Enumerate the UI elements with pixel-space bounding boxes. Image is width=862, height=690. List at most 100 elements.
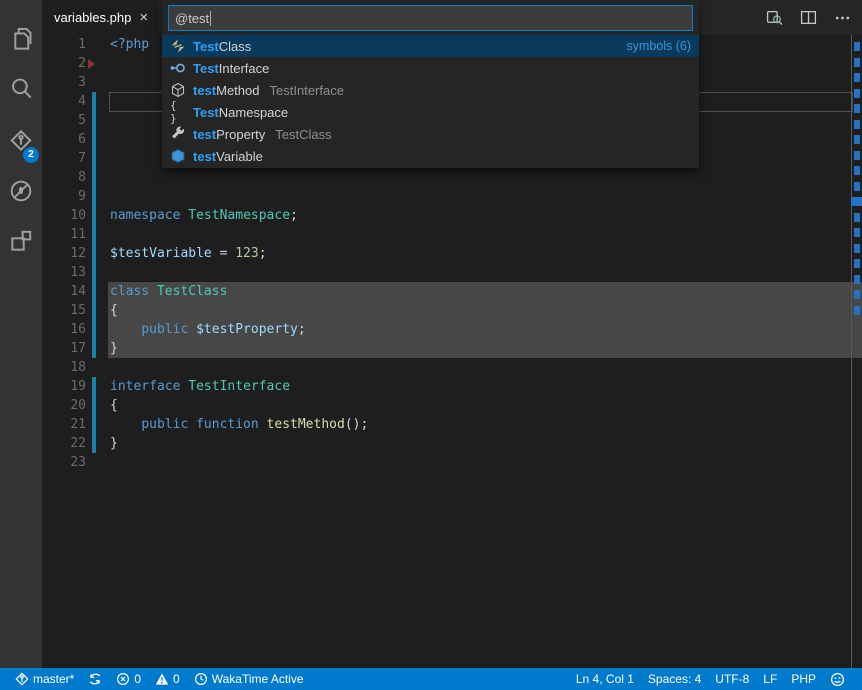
overview-ruler-mark[interactable] xyxy=(854,228,860,237)
tab-variables-php[interactable]: variables.php × xyxy=(42,0,158,35)
code-line-13[interactable]: 13 xyxy=(42,263,862,282)
overview-ruler-mark[interactable] xyxy=(854,290,860,299)
editor-actions xyxy=(762,0,854,35)
overview-ruler-mark[interactable] xyxy=(854,213,860,222)
code-line-22[interactable]: 22} xyxy=(42,434,862,453)
overview-ruler-mark[interactable] xyxy=(854,89,860,98)
overview-ruler-mark[interactable] xyxy=(854,182,860,191)
code-line-11[interactable]: 11 xyxy=(42,225,862,244)
line-number[interactable]: 23 xyxy=(42,453,86,472)
quick-open-item-testvariable[interactable]: testVariable xyxy=(162,145,699,167)
code-text: { xyxy=(110,301,118,320)
status-warnings[interactable]: 0 xyxy=(148,668,187,690)
overview-ruler-mark[interactable] xyxy=(854,166,860,175)
close-icon[interactable]: × xyxy=(139,10,148,25)
line-number[interactable]: 21 xyxy=(42,415,86,434)
line-number[interactable]: 15 xyxy=(42,301,86,320)
line-number[interactable]: 8 xyxy=(42,168,86,187)
code-line-21[interactable]: 21 public function testMethod(); xyxy=(42,415,862,434)
vscode-window: 2 variables.php × 1<?php2345678910namesp… xyxy=(0,0,862,690)
line-number[interactable]: 3 xyxy=(42,73,86,92)
quick-open-item-testinterface[interactable]: TestInterface xyxy=(162,57,699,79)
code-line-18[interactable]: 18 xyxy=(42,358,862,377)
overview-ruler-mark[interactable] xyxy=(854,104,860,113)
code-line-14[interactable]: 14class TestClass xyxy=(42,282,862,301)
open-preview-button[interactable] xyxy=(762,6,786,30)
status-errors[interactable]: 0 xyxy=(109,668,148,690)
overview-ruler-mark[interactable] xyxy=(854,42,860,51)
symbol-label: Class xyxy=(219,39,252,54)
quick-open-item-testmethod[interactable]: testMethodTestInterface xyxy=(162,79,699,101)
line-number[interactable]: 22 xyxy=(42,434,86,453)
line-number[interactable]: 20 xyxy=(42,396,86,415)
code-line-15[interactable]: 15 { xyxy=(42,301,862,320)
status-eol[interactable]: LF xyxy=(756,668,784,690)
overview-ruler-mark[interactable] xyxy=(854,244,860,253)
overview-ruler-mark[interactable] xyxy=(854,259,860,268)
modified-line-indicator xyxy=(92,377,96,396)
modified-line-indicator xyxy=(92,187,96,206)
code-line-19[interactable]: 19interface TestInterface xyxy=(42,377,862,396)
line-number[interactable]: 16 xyxy=(42,320,86,339)
status-sync[interactable] xyxy=(81,668,109,690)
preview-icon xyxy=(766,9,783,26)
code-line-12[interactable]: 12$testVariable = 123; xyxy=(42,244,862,263)
sidebar-item-extensions[interactable] xyxy=(0,218,42,264)
line-number[interactable]: 4 xyxy=(42,92,86,111)
line-number[interactable]: 14 xyxy=(42,282,86,301)
clock-icon xyxy=(194,672,208,686)
overview-ruler-mark[interactable] xyxy=(854,73,860,82)
overview-ruler-mark[interactable] xyxy=(854,135,860,144)
line-number[interactable]: 11 xyxy=(42,225,86,244)
line-number[interactable]: 2 xyxy=(42,54,86,73)
sidebar-item-debug[interactable] xyxy=(0,168,42,214)
code-line-16[interactable]: 16 public $testProperty; xyxy=(42,320,862,339)
status-feedback[interactable] xyxy=(823,668,852,690)
quick-open-item-testnamespace[interactable]: { }TestNamespace xyxy=(162,101,699,123)
line-number[interactable]: 19 xyxy=(42,377,86,396)
status-language-mode[interactable]: PHP xyxy=(784,668,823,690)
status-cursor-position[interactable]: Ln 4, Col 1 xyxy=(569,668,641,690)
modified-line-indicator xyxy=(92,244,96,263)
line-number[interactable]: 7 xyxy=(42,149,86,168)
quick-open-item-testproperty[interactable]: testPropertyTestClass xyxy=(162,123,699,145)
variable-icon xyxy=(170,148,186,164)
split-editor-button[interactable] xyxy=(796,6,820,30)
code-line-23[interactable]: 23 xyxy=(42,453,862,472)
line-number[interactable]: 18 xyxy=(42,358,86,377)
code-line-8[interactable]: 8 xyxy=(42,168,862,187)
line-number[interactable]: 10 xyxy=(42,206,86,225)
quick-open-widget: @test TestClasssymbols (6)TestInterfacet… xyxy=(162,0,699,168)
status-git-branch[interactable]: master* xyxy=(8,668,81,690)
code-line-10[interactable]: 10namespace TestNamespace; xyxy=(42,206,862,225)
modified-line-indicator xyxy=(92,130,96,149)
code-line-17[interactable]: 17} xyxy=(42,339,862,358)
line-number[interactable]: 1 xyxy=(42,35,86,54)
more-actions-button[interactable] xyxy=(830,6,854,30)
line-number[interactable]: 13 xyxy=(42,263,86,282)
quick-open-item-testclass[interactable]: TestClasssymbols (6) xyxy=(162,35,699,57)
code-line-9[interactable]: 9 xyxy=(42,187,862,206)
status-wakatime[interactable]: WakaTime Active xyxy=(187,668,311,690)
line-number[interactable]: 5 xyxy=(42,111,86,130)
overview-ruler-mark[interactable] xyxy=(854,306,860,315)
line-number[interactable]: 6 xyxy=(42,130,86,149)
more-icon xyxy=(834,9,851,26)
sidebar-item-source-control[interactable]: 2 xyxy=(0,118,42,164)
line-number[interactable]: 12 xyxy=(42,244,86,263)
overview-ruler-mark[interactable] xyxy=(854,151,860,160)
symbol-label: Variable xyxy=(216,149,263,164)
overview-ruler-mark[interactable] xyxy=(854,120,860,129)
overview-ruler-mark[interactable] xyxy=(851,197,862,206)
status-indentation[interactable]: Spaces: 4 xyxy=(641,668,708,690)
code-line-20[interactable]: 20{ xyxy=(42,396,862,415)
overview-ruler-mark[interactable] xyxy=(854,58,860,67)
line-number[interactable]: 9 xyxy=(42,187,86,206)
sidebar-item-search[interactable] xyxy=(0,65,42,111)
quick-open-input[interactable]: @test xyxy=(168,5,693,31)
status-encoding[interactable]: UTF-8 xyxy=(708,668,756,690)
line-number[interactable]: 17 xyxy=(42,339,86,358)
overview-ruler-mark[interactable] xyxy=(854,275,860,284)
sidebar-item-explorer[interactable] xyxy=(0,15,42,61)
modified-line-indicator xyxy=(92,396,96,415)
